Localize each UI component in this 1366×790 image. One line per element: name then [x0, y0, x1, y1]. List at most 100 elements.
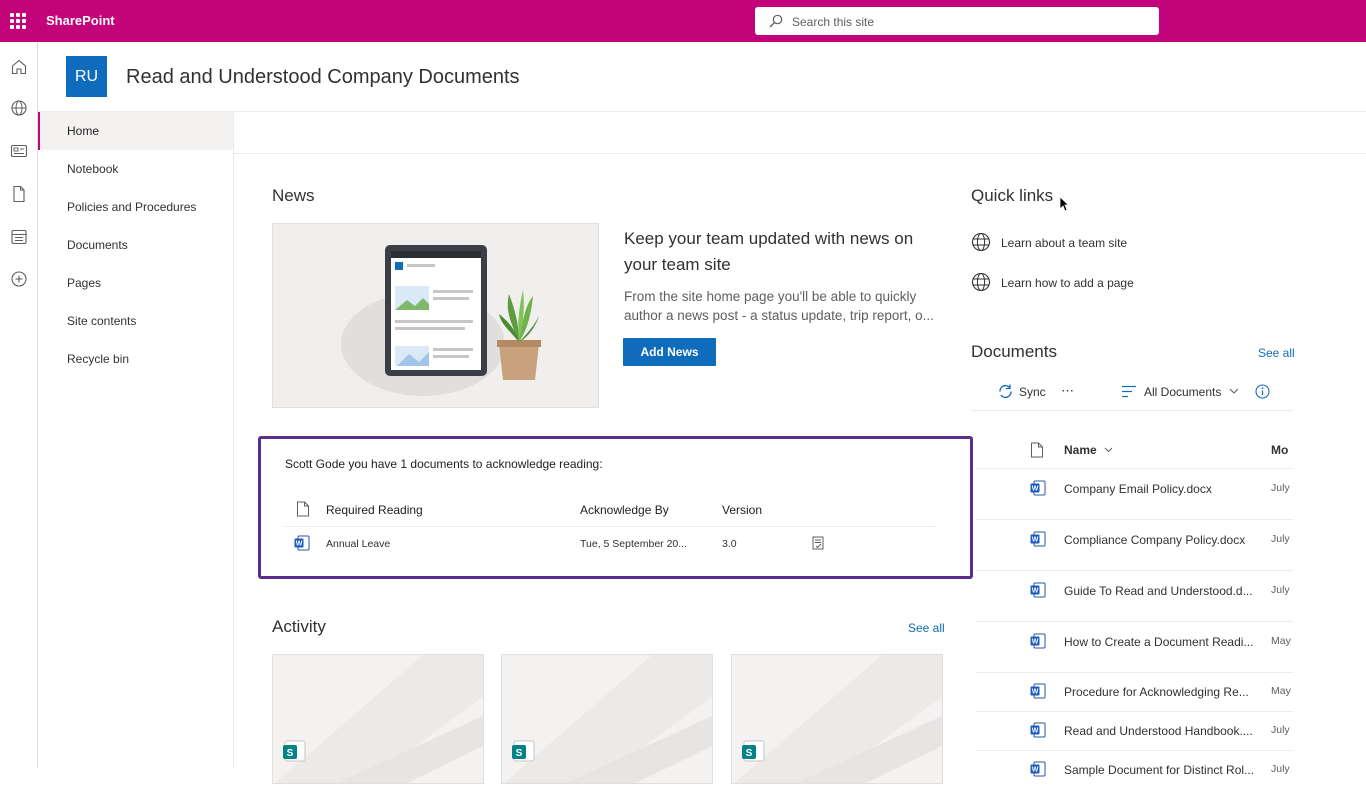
nav-item-site-contents[interactable]: Site contents — [38, 302, 233, 340]
nav-item-notebook[interactable]: Notebook — [38, 150, 233, 188]
activity-card-thumbnail: S — [275, 655, 483, 783]
divider — [971, 410, 1293, 411]
quick-links-heading[interactable]: Quick links — [971, 186, 1053, 206]
document-modified: July — [1271, 533, 1290, 545]
word-doc-icon: W — [1030, 683, 1046, 699]
nav-item-home[interactable]: Home — [38, 112, 233, 150]
acknowledge-by-date: Tue, 5 September 20... — [580, 538, 688, 550]
file-icon[interactable] — [10, 185, 28, 203]
column-required-reading[interactable]: Required Reading — [326, 503, 423, 517]
svg-text:W: W — [1032, 588, 1039, 595]
svg-text:S: S — [516, 748, 523, 759]
documents-see-all-link[interactable]: See all — [1258, 346, 1295, 360]
add-icon[interactable] — [10, 270, 28, 288]
view-selector[interactable]: All Documents — [1144, 385, 1221, 399]
sync-button[interactable]: Sync — [1019, 385, 1046, 399]
acknowledge-message: Scott Gode you have 1 documents to ackno… — [285, 457, 603, 471]
required-reading-webpart: Scott Gode you have 1 documents to ackno… — [258, 436, 973, 579]
left-navigation: Home Notebook Policies and Procedures Do… — [38, 112, 234, 768]
suite-bar: SharePoint Search this site — [0, 0, 1366, 42]
mouse-cursor-icon — [1059, 196, 1069, 212]
svg-text:W: W — [1032, 486, 1039, 493]
document-modified: July — [1271, 584, 1290, 596]
required-reading-name[interactable]: Annual Leave — [326, 538, 390, 550]
search-icon — [769, 14, 783, 28]
acknowledge-icon[interactable] — [812, 536, 824, 550]
news-headline[interactable]: Keep your team updated with news on your… — [624, 226, 942, 278]
more-options-button[interactable]: ⋯ — [1061, 383, 1074, 399]
activity-card[interactable]: S — [501, 654, 713, 784]
activity-card-thumbnail: S — [734, 655, 942, 783]
globe-icon — [971, 232, 991, 252]
document-name[interactable]: Guide To Read and Understood.d... — [1064, 584, 1253, 598]
quick-link-item[interactable]: Learn how to add a page — [1001, 276, 1134, 290]
document-row[interactable]: W Sample Document for Distinct Rol... Ju… — [976, 751, 1293, 790]
document-name[interactable]: Compliance Company Policy.docx — [1064, 533, 1245, 547]
column-name[interactable]: Name — [1064, 443, 1097, 457]
divider — [285, 526, 935, 527]
app-launcher-icon[interactable] — [10, 13, 26, 29]
word-doc-icon: W — [1030, 722, 1046, 738]
activity-card[interactable]: S — [731, 654, 943, 784]
svg-text:S: S — [287, 748, 294, 759]
document-row[interactable]: W Guide To Read and Understood.d... July — [976, 571, 1293, 622]
document-modified: July — [1271, 763, 1290, 775]
document-modified: May — [1271, 685, 1291, 697]
column-modified[interactable]: Mo — [1271, 443, 1293, 457]
document-name[interactable]: How to Create a Document Readi... — [1064, 635, 1253, 649]
nav-item-policies[interactable]: Policies and Procedures — [38, 188, 233, 226]
document-row[interactable]: W How to Create a Document Readi... May — [976, 622, 1293, 673]
documents-heading[interactable]: Documents — [971, 342, 1057, 362]
chevron-down-icon[interactable] — [1104, 447, 1113, 453]
news-heading[interactable]: News — [272, 186, 315, 206]
sync-icon — [999, 384, 1012, 399]
file-type-icon — [297, 501, 309, 517]
svg-text:S: S — [746, 748, 753, 759]
document-name[interactable]: Company Email Policy.docx — [1064, 482, 1212, 496]
quick-link-item[interactable]: Learn about a team site — [1001, 236, 1127, 250]
search-box[interactable]: Search this site — [755, 7, 1159, 35]
globe-icon[interactable] — [10, 99, 28, 117]
nav-item-pages[interactable]: Pages — [38, 264, 233, 302]
column-version[interactable]: Version — [722, 503, 762, 517]
info-icon[interactable] — [1255, 384, 1270, 399]
column-acknowledge-by[interactable]: Acknowledge By — [580, 503, 669, 517]
add-news-button[interactable]: Add News — [623, 338, 716, 366]
activity-heading[interactable]: Activity — [272, 617, 326, 637]
document-row[interactable]: W Company Email Policy.docx July — [976, 469, 1293, 520]
globe-icon — [971, 272, 991, 292]
document-name[interactable]: Procedure for Acknowledging Re... — [1064, 685, 1249, 699]
app-name[interactable]: SharePoint — [46, 13, 115, 28]
tablet-plant-illustration — [341, 245, 541, 396]
chevron-down-icon[interactable] — [1229, 388, 1239, 395]
word-doc-icon: W — [1030, 582, 1046, 598]
document-modified: July — [1271, 724, 1290, 736]
document-name[interactable]: Sample Document for Distinct Rol... — [1064, 763, 1254, 777]
site-logo[interactable]: RU — [66, 56, 107, 97]
svg-text:W: W — [1032, 689, 1039, 696]
document-name[interactable]: Read and Understood Handbook.... — [1064, 724, 1253, 738]
svg-text:W: W — [1032, 639, 1039, 646]
home-icon[interactable] — [10, 58, 28, 76]
document-row[interactable]: W Procedure for Acknowledging Re... May — [976, 673, 1293, 712]
news-icon[interactable] — [10, 142, 28, 160]
activity-see-all-link[interactable]: See all — [908, 621, 945, 635]
nav-item-recycle-bin[interactable]: Recycle bin — [38, 340, 233, 378]
word-doc-icon: W — [1030, 480, 1046, 496]
file-type-icon — [1031, 442, 1043, 458]
command-bar — [234, 112, 1366, 154]
document-row[interactable]: W Read and Understood Handbook.... July — [976, 712, 1293, 751]
document-row[interactable]: W Compliance Company Policy.docx July — [976, 520, 1293, 571]
list-icon[interactable] — [10, 228, 28, 246]
version-value: 3.0 — [722, 538, 737, 550]
news-illustration[interactable] — [272, 223, 599, 408]
word-doc-icon: W — [1030, 531, 1046, 547]
svg-text:W: W — [296, 541, 303, 548]
search-input[interactable]: Search this site — [792, 15, 874, 29]
news-body: From the site home page you'll be able t… — [624, 289, 934, 323]
nav-item-documents[interactable]: Documents — [38, 226, 233, 264]
site-title[interactable]: Read and Understood Company Documents — [126, 66, 520, 89]
activity-card[interactable]: S — [272, 654, 484, 784]
svg-text:W: W — [1032, 537, 1039, 544]
view-options-icon — [1122, 385, 1136, 398]
